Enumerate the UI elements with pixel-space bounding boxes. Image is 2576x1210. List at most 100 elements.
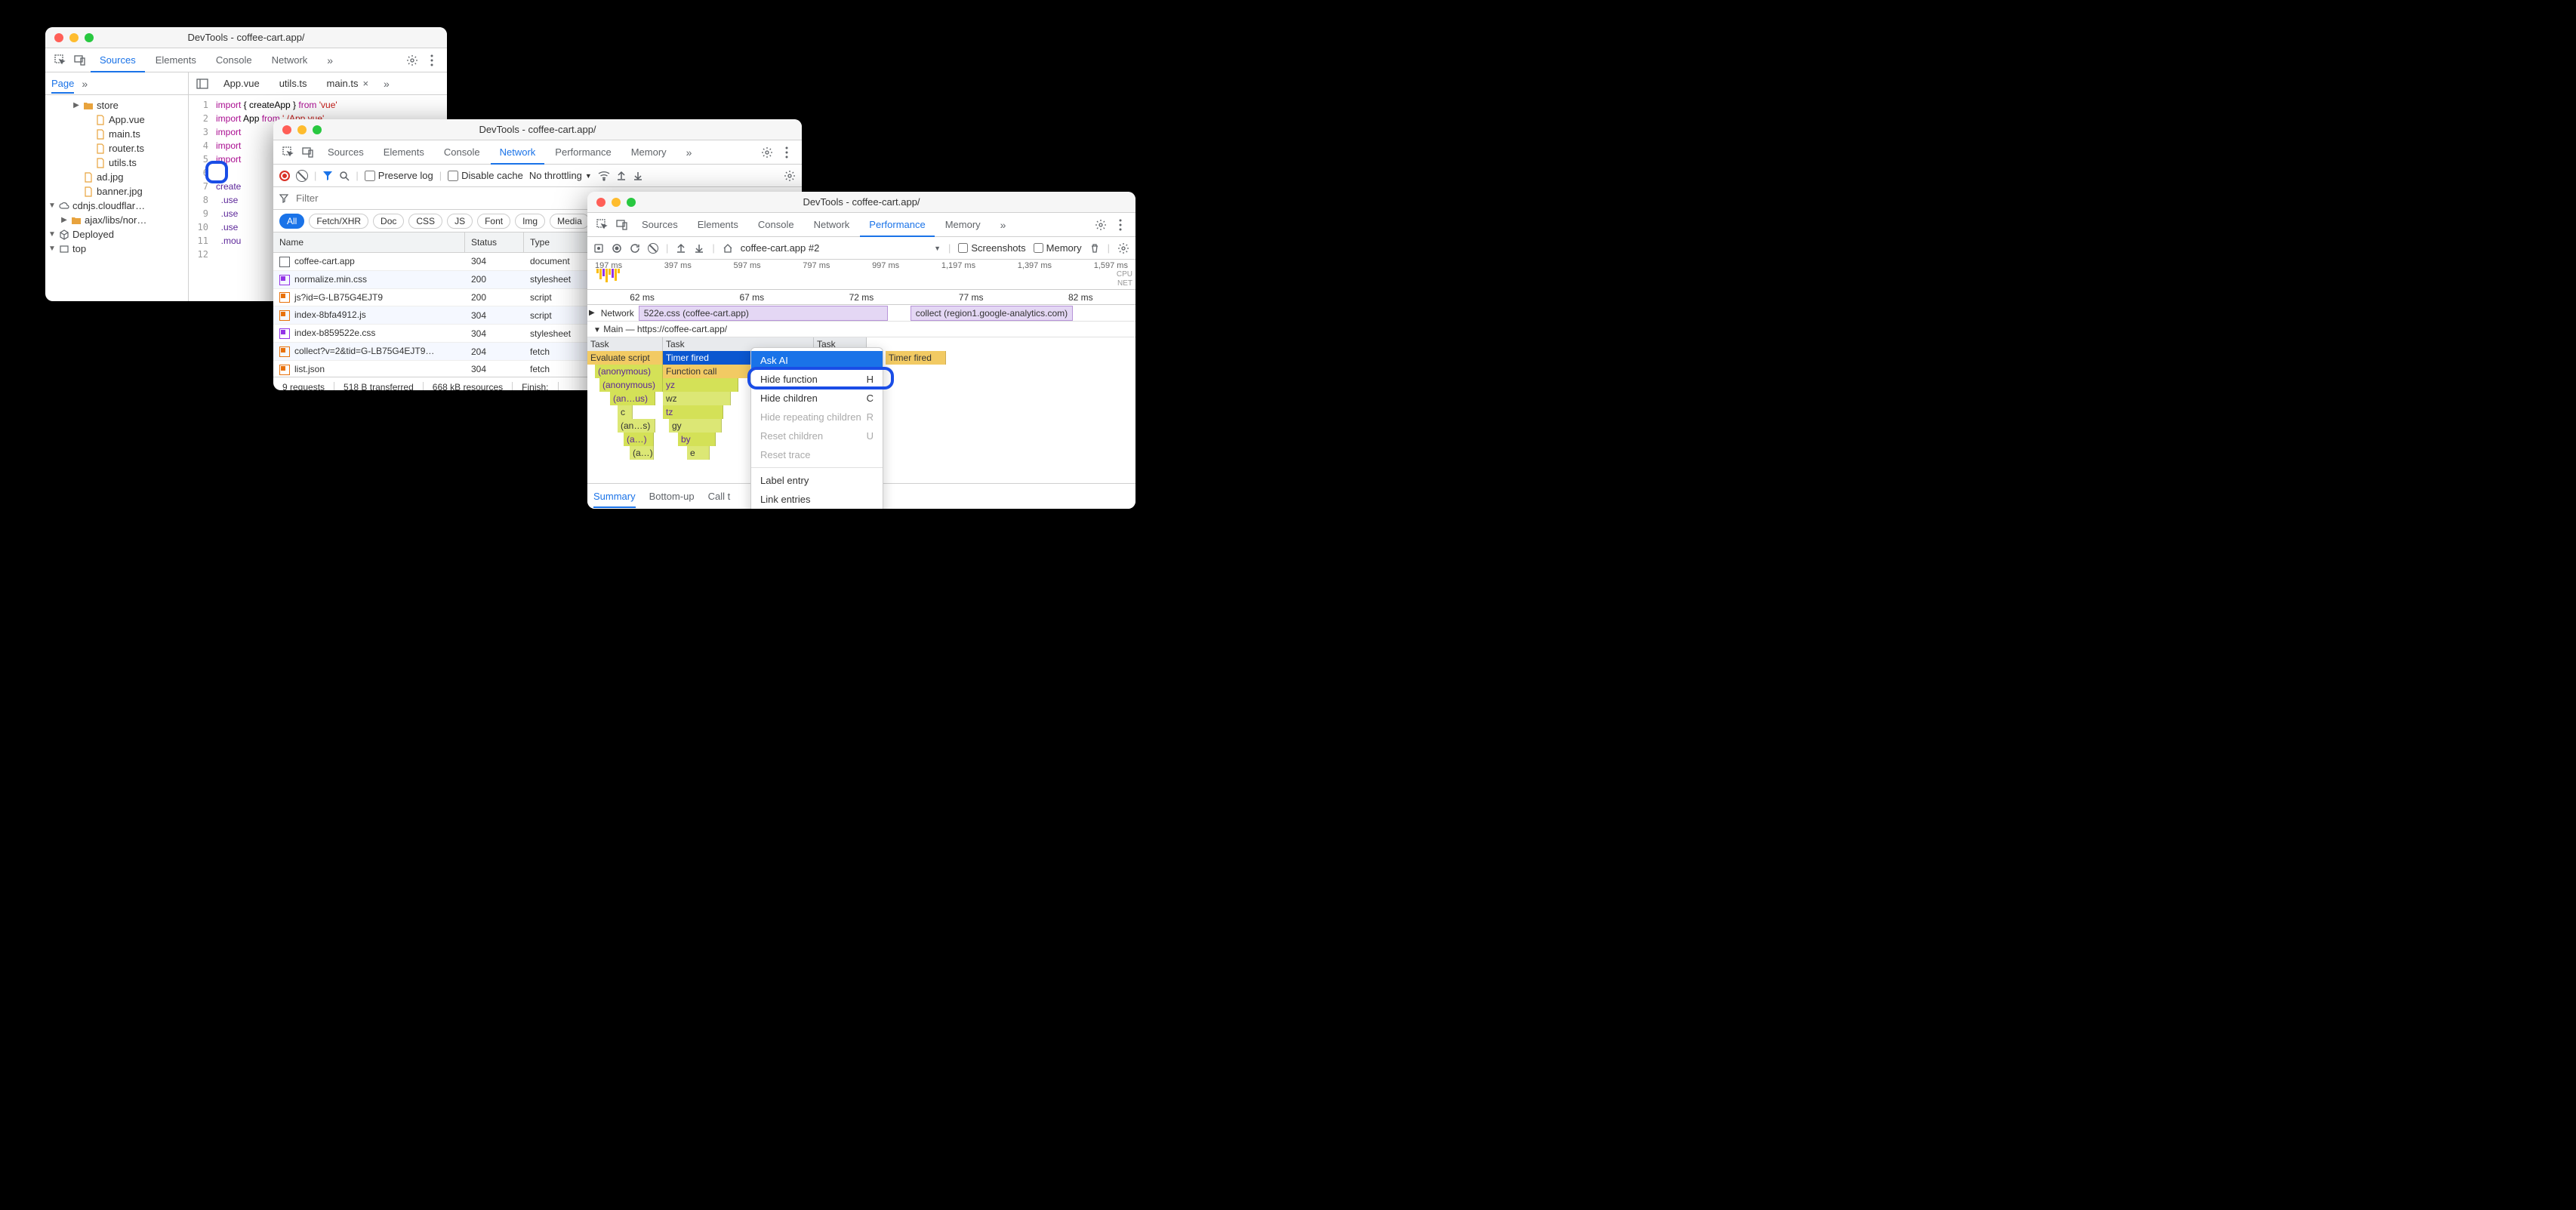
network-lane[interactable]: ▶ Network 522e.css (coffee-cart.app) col… <box>587 305 1135 322</box>
inspect-icon[interactable] <box>51 51 69 69</box>
inspect-icon[interactable] <box>593 216 612 234</box>
settings-icon[interactable] <box>403 51 421 69</box>
more-files-icon[interactable] <box>384 78 390 90</box>
net-request-bar[interactable]: collect (region1.google-analytics.com) <box>911 306 1073 321</box>
menu-item[interactable]: Ask AI <box>751 351 883 370</box>
time-ruler[interactable]: 62 ms67 ms72 ms77 ms82 ms <box>587 290 1135 305</box>
flame-yz[interactable]: yz <box>663 378 738 392</box>
tab-memory[interactable]: Memory <box>936 213 990 236</box>
flame-anus[interactable]: (an…us) <box>610 392 655 405</box>
flame-tz[interactable]: tz <box>663 405 723 419</box>
flame-anon[interactable]: (anonymous) <box>595 365 663 378</box>
tab-elements[interactable]: Elements <box>374 140 433 164</box>
settings-icon[interactable] <box>758 143 776 162</box>
col-status[interactable]: Status <box>465 232 524 252</box>
zoom-icon[interactable] <box>313 125 322 134</box>
tab-memory[interactable]: Memory <box>622 140 676 164</box>
tab-network[interactable]: Network <box>805 213 859 236</box>
more-nav-icon[interactable] <box>82 78 88 90</box>
tab-console[interactable]: Console <box>435 140 489 164</box>
disable-cache-checkbox[interactable]: Disable cache <box>448 170 523 181</box>
filter-pill-all[interactable]: All <box>279 214 304 229</box>
page-tab[interactable]: Page <box>51 78 74 94</box>
main-thread-label[interactable]: ▼ Main — https://coffee-cart.app/ <box>587 322 1135 337</box>
tree-item[interactable]: App.vue <box>45 112 188 127</box>
flame-timer-fired[interactable]: Timer fired <box>886 351 946 365</box>
settings-icon[interactable] <box>1092 216 1110 234</box>
flame-ans[interactable]: (an…s) <box>618 419 655 433</box>
tab-performance[interactable]: Performance <box>860 214 934 237</box>
clear-icon[interactable] <box>296 170 308 182</box>
tab-performance[interactable]: Performance <box>546 140 620 164</box>
clear-icon[interactable] <box>648 243 658 254</box>
preserve-log-checkbox[interactable]: Preserve log <box>365 170 433 181</box>
tab-elements[interactable]: Elements <box>689 213 747 236</box>
filter-pill-js[interactable]: JS <box>447 214 473 229</box>
titlebar[interactable]: DevTools - coffee-cart.app/ <box>273 119 802 140</box>
context-menu[interactable]: Ask AIHide functionHHide childrenCHide r… <box>750 347 883 509</box>
reload-icon[interactable] <box>630 243 640 254</box>
network-conditions-icon[interactable] <box>598 171 610 181</box>
menu-item[interactable]: Link entries <box>751 490 883 509</box>
tree-item[interactable]: ad.jpg <box>45 170 188 184</box>
download-icon[interactable] <box>633 171 643 181</box>
tab-summary[interactable]: Summary <box>593 491 636 508</box>
tree-item[interactable]: router.ts <box>45 141 188 155</box>
funnel-icon[interactable] <box>279 194 288 203</box>
tab-elements[interactable]: Elements <box>146 48 205 72</box>
overview-timeline[interactable]: 197 ms397 ms597 ms797 ms997 ms1,197 ms1,… <box>587 260 1135 290</box>
file-tab-maints[interactable]: main.ts× <box>322 76 374 91</box>
tree-item[interactable]: utils.ts <box>45 155 188 170</box>
menu-item[interactable]: Hide functionH <box>751 370 883 389</box>
titlebar[interactable]: DevTools - coffee-cart.app/ <box>45 27 447 48</box>
flame-wz[interactable]: wz <box>663 392 731 405</box>
filter-icon[interactable] <box>322 171 333 181</box>
close-icon[interactable] <box>282 125 291 134</box>
download-icon[interactable] <box>694 243 704 254</box>
traffic-lights[interactable] <box>596 198 636 207</box>
toggle-sidebar-icon[interactable] <box>196 78 208 90</box>
close-icon[interactable] <box>596 198 605 207</box>
flame-by[interactable]: by <box>678 433 716 446</box>
record-icon[interactable] <box>593 243 604 254</box>
tree-item[interactable]: ▼Deployed <box>45 227 188 242</box>
tree-item[interactable]: ▶ajax/libs/nor… <box>45 213 188 227</box>
memory-checkbox[interactable]: Memory <box>1034 242 1082 254</box>
col-name[interactable]: Name <box>273 232 465 252</box>
upload-icon[interactable] <box>676 243 686 254</box>
record-circle-icon[interactable] <box>612 243 622 254</box>
file-tree[interactable]: ▶storeApp.vuemain.tsrouter.tsutils.tsad.… <box>45 95 189 301</box>
flame-c[interactable]: c <box>618 405 633 419</box>
minimize-icon[interactable] <box>69 33 79 42</box>
filter-pill-media[interactable]: Media <box>550 214 590 229</box>
file-tab-utilsts[interactable]: utils.ts <box>275 76 312 91</box>
inspect-icon[interactable] <box>279 143 297 162</box>
tree-item[interactable]: ▼cdnjs.cloudflar… <box>45 199 188 213</box>
minimize-icon[interactable] <box>612 198 621 207</box>
net-request-bar[interactable]: 522e.css (coffee-cart.app) <box>639 306 888 321</box>
tab-network[interactable]: Network <box>491 141 545 165</box>
upload-icon[interactable] <box>616 171 627 181</box>
more-tabs-icon[interactable] <box>677 140 701 164</box>
zoom-icon[interactable] <box>627 198 636 207</box>
home-icon[interactable] <box>723 243 733 254</box>
kebab-icon[interactable] <box>1111 216 1129 234</box>
minimize-icon[interactable] <box>297 125 307 134</box>
tree-item[interactable]: main.ts <box>45 127 188 141</box>
titlebar[interactable]: DevTools - coffee-cart.app/ <box>587 192 1135 213</box>
kebab-icon[interactable] <box>423 51 441 69</box>
device-icon[interactable] <box>299 143 317 162</box>
filter-input[interactable] <box>296 192 432 204</box>
filter-pill-img[interactable]: Img <box>515 214 545 229</box>
tree-item[interactable]: ▶store <box>45 98 188 112</box>
flame-a[interactable]: (a…) <box>624 433 654 446</box>
tab-sources[interactable]: Sources <box>91 49 145 72</box>
flame-a[interactable]: (a…) <box>630 446 654 460</box>
filter-pill-css[interactable]: CSS <box>408 214 442 229</box>
tree-item[interactable]: ▼top <box>45 242 188 256</box>
flame-gy[interactable]: gy <box>669 419 722 433</box>
menu-item[interactable]: Label entry <box>751 471 883 490</box>
tree-item[interactable]: banner.jpg <box>45 184 188 199</box>
zoom-icon[interactable] <box>85 33 94 42</box>
filter-pill-font[interactable]: Font <box>477 214 510 229</box>
